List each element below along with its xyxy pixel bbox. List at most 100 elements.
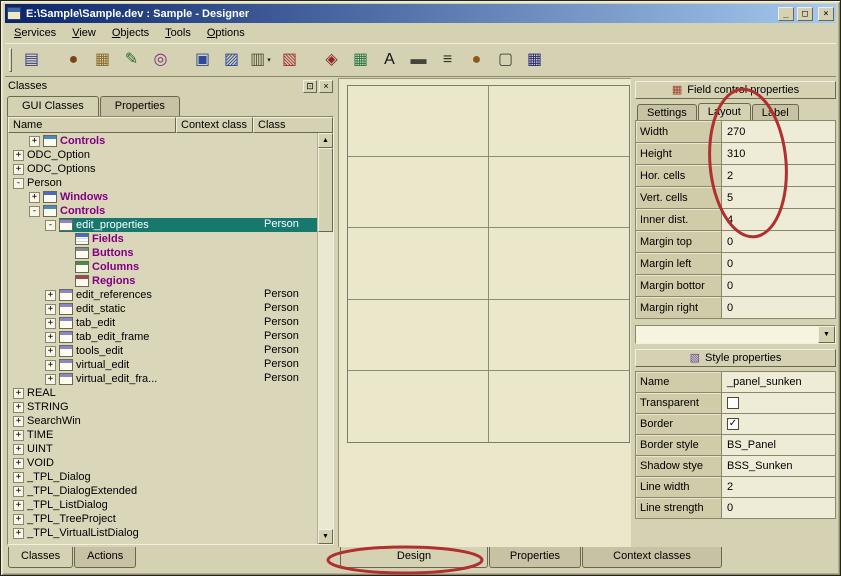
- column-header-class[interactable]: Class: [253, 117, 333, 133]
- prop-value-shadow-stye[interactable]: BSS_Sunken: [722, 456, 836, 477]
- menu-item-options[interactable]: Options: [199, 24, 253, 42]
- tree-expander[interactable]: +: [13, 444, 24, 455]
- import-window-icon[interactable]: ▨: [217, 47, 246, 74]
- tree-expander[interactable]: +: [45, 332, 56, 343]
- export-window-icon[interactable]: ▣: [188, 47, 217, 74]
- tree-vertical-scrollbar[interactable]: ▲ ▼: [317, 133, 333, 544]
- tree-row-edit-static[interactable]: +edit_staticPerson: [8, 302, 317, 316]
- tree-row-tab-edit[interactable]: +tab_editPerson: [8, 316, 317, 330]
- tree-expander[interactable]: +: [13, 402, 24, 413]
- prop-value-width[interactable]: 270: [722, 121, 836, 143]
- tree-row-odc-option[interactable]: +ODC_Option: [8, 148, 317, 162]
- tree-expander[interactable]: -: [45, 220, 56, 231]
- tab-label[interactable]: Label: [752, 104, 799, 120]
- tree-row-tpl-virtuallistdialog[interactable]: +_TPL_VirtualListDialog: [8, 526, 317, 540]
- prop-value-border[interactable]: ✓: [722, 414, 836, 435]
- menu-item-objects[interactable]: Objects: [104, 24, 157, 42]
- tab-actions[interactable]: Actions: [74, 547, 136, 568]
- checkbox-unchecked-icon[interactable]: [727, 397, 739, 409]
- design-grid-cell[interactable]: [489, 157, 630, 228]
- tree-row-time[interactable]: +TIME: [8, 428, 317, 442]
- sphere-icon[interactable]: ●: [462, 47, 491, 74]
- field-properties-header[interactable]: ▦ Field control properties: [635, 81, 836, 99]
- tree-row-virtual-edit[interactable]: +virtual_editPerson: [8, 358, 317, 372]
- tab-layout[interactable]: Layout: [698, 103, 751, 120]
- design-grid-cell[interactable]: [489, 86, 630, 157]
- tree-row-virtual-edit-fra[interactable]: +virtual_edit_fra...Person: [8, 372, 317, 386]
- tree-expander[interactable]: +: [29, 136, 40, 147]
- menu-item-services[interactable]: Services: [6, 24, 64, 42]
- tree-expander[interactable]: +: [29, 192, 40, 203]
- tree-row-void[interactable]: +VOID: [8, 456, 317, 470]
- tab-properties[interactable]: Properties: [100, 96, 180, 116]
- font-icon[interactable]: A: [375, 47, 404, 74]
- scrollbar-track[interactable]: [318, 148, 333, 529]
- tree-expander[interactable]: +: [13, 528, 24, 539]
- scroll-up-icon[interactable]: ▲: [318, 133, 333, 148]
- style-properties-header[interactable]: ▧ Style properties: [635, 349, 836, 367]
- design-grid-cell[interactable]: [348, 300, 489, 371]
- tab-gui-classes[interactable]: GUI Classes: [7, 96, 99, 116]
- tree-row-searchwin[interactable]: +SearchWin: [8, 414, 317, 428]
- tab-design[interactable]: Design: [340, 547, 488, 568]
- preview-form-icon[interactable]: ▧: [275, 47, 304, 74]
- keyboard-icon[interactable]: ▬: [404, 47, 433, 74]
- new-window-icon[interactable]: ▥▾: [246, 47, 275, 74]
- tree-expander[interactable]: +: [45, 374, 56, 385]
- prop-value-vert-cells[interactable]: 5: [722, 187, 836, 209]
- tree-row-edit-properties[interactable]: -edit_propertiesPerson: [8, 218, 317, 232]
- donut-icon[interactable]: ◎: [146, 47, 175, 74]
- tree-row-tab-edit-frame[interactable]: +tab_edit_framePerson: [8, 330, 317, 344]
- prop-value-margin-top[interactable]: 0: [722, 231, 836, 253]
- tab-properties[interactable]: Properties: [489, 547, 581, 568]
- tree-expander[interactable]: +: [13, 164, 24, 175]
- tree-row-tpl-listdialog[interactable]: +_TPL_ListDialog: [8, 498, 317, 512]
- tree-expander[interactable]: +: [13, 388, 24, 399]
- tree-row-columns[interactable]: Columns: [8, 260, 317, 274]
- tree-expander[interactable]: +: [13, 150, 24, 161]
- toolbar-gripper[interactable]: [9, 48, 12, 72]
- tree-row-tools-edit[interactable]: +tools_editPerson: [8, 344, 317, 358]
- close-panel-icon[interactable]: ×: [319, 80, 333, 93]
- prop-value-line-strength[interactable]: 0: [722, 498, 836, 519]
- tree-row-windows[interactable]: +Windows: [8, 190, 317, 204]
- prop-value-hor-cells[interactable]: 2: [722, 165, 836, 187]
- pointer-tool-icon[interactable]: ●: [59, 47, 88, 74]
- calendar-icon[interactable]: ▦: [520, 47, 549, 74]
- design-grid-cell[interactable]: [348, 86, 489, 157]
- tree-expander[interactable]: -: [13, 178, 24, 189]
- prop-value-border-style[interactable]: BS_Panel: [722, 435, 836, 456]
- design-grid-cell[interactable]: [348, 228, 489, 299]
- class-hierarchy-icon[interactable]: ▤: [17, 47, 46, 74]
- prop-value-name[interactable]: _panel_sunken: [722, 372, 836, 393]
- tree-expander[interactable]: +: [13, 458, 24, 469]
- maximize-button[interactable]: □: [797, 7, 813, 21]
- style-select-combo[interactable]: ▼: [635, 325, 836, 344]
- prop-value-height[interactable]: 310: [722, 143, 836, 165]
- close-button[interactable]: ×: [818, 7, 834, 21]
- prop-value-margin-right[interactable]: 0: [722, 297, 836, 319]
- minimize-button[interactable]: _: [778, 7, 794, 21]
- tree-row-controls[interactable]: +Controls: [8, 134, 317, 148]
- package-icon[interactable]: ▦: [88, 47, 117, 74]
- edit-object-icon[interactable]: ✎: [117, 47, 146, 74]
- tree-expander[interactable]: +: [13, 430, 24, 441]
- prop-value-line-width[interactable]: 2: [722, 477, 836, 498]
- dock-panel-icon[interactable]: ⊡: [303, 80, 317, 93]
- tree-row-fields[interactable]: Fields: [8, 232, 317, 246]
- prop-value-inner-dist[interactable]: 4: [722, 209, 836, 231]
- design-grid-cell[interactable]: [348, 157, 489, 228]
- design-grid-cell[interactable]: [348, 371, 489, 442]
- design-grid-cell[interactable]: [489, 300, 630, 371]
- tree-expander[interactable]: +: [45, 318, 56, 329]
- tree-row-uint[interactable]: +UINT: [8, 442, 317, 456]
- tree-row-controls[interactable]: -Controls: [8, 204, 317, 218]
- tree-expander[interactable]: -: [29, 206, 40, 217]
- checkbox-checked-icon[interactable]: ✓: [727, 418, 739, 430]
- menu-item-tools[interactable]: Tools: [157, 24, 199, 42]
- toolbar-dropdown-arrow-icon[interactable]: ▾: [267, 56, 271, 64]
- tab-settings[interactable]: Settings: [637, 104, 697, 120]
- tree-expander[interactable]: +: [45, 304, 56, 315]
- tree-expander[interactable]: +: [13, 514, 24, 525]
- tree-expander[interactable]: +: [13, 416, 24, 427]
